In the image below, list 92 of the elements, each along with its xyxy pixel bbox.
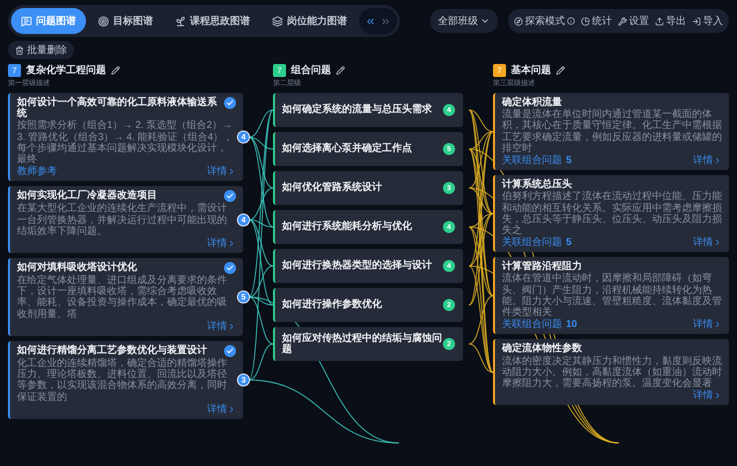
card-description: 流体的密度决定其静压力和惯性力，黏度则反映流动阻力大小。例如，高黏度流体（如重油）流动时摩擦阻力大，需要高扬程的泵。温度变化会显著 — [502, 356, 722, 390]
column-title: 组合问题 — [291, 64, 331, 77]
batch-delete-button[interactable]: 批量删除 — [8, 41, 74, 59]
related-label: 关联组合问题 — [502, 237, 562, 248]
trash-icon — [15, 46, 24, 54]
detail-link[interactable]: 详情 — [207, 404, 236, 415]
target-icon — [98, 16, 109, 26]
sprout-icon — [175, 16, 186, 26]
link-count: 5 — [237, 290, 250, 304]
basic-card[interactable]: 计算系统总压头 伯努利方程描述了流体在流动过程中位能、压力能和动能的相互转化关系。实际应用中需考虑摩擦损失，总压头等于静压头、位压头、动压头及阻力损失之 关联组合问题 5 详情 — [493, 175, 729, 252]
upload-icon — [655, 16, 664, 26]
basic-card[interactable]: 确定流体物性参数 流体的密度决定其静压力和惯性力，黏度则反映流动阻力大小。例如，高黏度流体（如重油）流动时摩擦阻力大，需要高扬程的泵。温度变化会显著 详情 — [493, 339, 729, 406]
basic-card[interactable]: 计算管路沿程阻力 流体在管道中流动时，因摩擦和局部障碍（如弯头、阀门）产生阻力，沿程机械能持续转化为热能。阻力大小与流速、管壁粗糙度、流体黏度及管件类型相关 关联组合问题 10 详情 — [493, 257, 729, 334]
related-count: 5 — [566, 155, 572, 166]
chevron-right-icon — [227, 238, 236, 248]
pie-chart-icon — [581, 16, 590, 26]
detail-link[interactable]: 详情 — [693, 237, 722, 248]
chevrons-right-icon[interactable] — [380, 16, 391, 26]
edit-icon[interactable] — [111, 66, 120, 74]
card-title: 如何确定系统的流量与总压头需求 — [282, 104, 432, 116]
check-icon[interactable] — [224, 345, 236, 357]
card-description: 化工企业的连续精馏塔，确定合适的精馏塔操作压力、理论塔板数、进料位置、回流比以及塔径等参数，以实现该混合物体系的高效分离，同时保证装置的 — [17, 358, 228, 403]
problem-card[interactable]: 如何对填料吸收塔设计优化 在给定气体处理量、进口组成及分离要求的条件下，设计一座填料吸收塔，需综合考虑吸收效率、能耗、设备投资与操作成本，确定最优的吸收剂用量、塔 详情 — [8, 258, 243, 336]
related-count: 5 — [566, 237, 572, 248]
edit-icon[interactable] — [336, 66, 345, 74]
detail-link[interactable]: 详情 — [693, 319, 722, 330]
card-title: 确定体积流量 — [502, 97, 563, 108]
toolbar-button[interactable]: 导出 — [655, 14, 686, 28]
tab[interactable]: 岗位能力图谱 — [262, 8, 357, 34]
detail-link[interactable]: 详情 — [207, 166, 236, 178]
card-title: 如何进行操作参数优化 — [282, 299, 382, 311]
card-title: 如何优化管路系统设计 — [282, 182, 382, 194]
settings-icon — [618, 16, 627, 26]
check-icon[interactable] — [224, 97, 236, 109]
detail-link[interactable]: 详情 — [207, 238, 236, 250]
card-description: 在某大型化工企业的连续化生产流程中，需设计一台列管换热器，并解决运行过程中可能出现的结垢效率下降问题。 — [17, 203, 228, 237]
basic-card[interactable]: 确定体积流量 流量是流体在单位时间内通过管道某一截面的体积，其核心在于质量守恒定律。化工生产中需根据工艺要求确定流量，例如反应器的进料量或储罐的排空时 关联组合问题 5 详情 — [493, 93, 729, 170]
chevrons-left-icon[interactable] — [365, 16, 376, 26]
card-title: 确定流体物性参数 — [502, 343, 583, 355]
chevron-right-icon — [713, 238, 722, 248]
chat-icon — [21, 16, 32, 26]
related-label: 关联组合问题 — [502, 154, 562, 166]
card-title: 计算系统总压头 — [502, 179, 573, 190]
card-title: 如何设计一个高效可靠的化工原料液体输送系统 — [17, 97, 218, 120]
toolbar-button[interactable]: 设置 — [618, 14, 649, 28]
related-count: 10 — [566, 319, 578, 330]
chevron-right-icon — [227, 167, 236, 176]
chevron-right-icon — [713, 391, 722, 400]
check-icon[interactable] — [224, 262, 236, 274]
problem-card[interactable]: 如何进行精馏分离工艺参数优化与装置设计 化工企业的连续精馏塔，确定合适的精馏塔操作压力、理论塔板数、进料位置、回流比以及塔径等参数，以实现该混合物体系的高效分离，同时保证装置的 详情 — [8, 341, 243, 419]
card-description: 在给定气体处理量、进口组成及分离要求的条件下，设计一座填料吸收塔，需综合考虑吸收效率、能耗、设备投资与操作成本，确定最优的吸收剂用量、塔 — [17, 275, 228, 320]
card-title: 如何应对传热过程中的结垢与腐蚀问题 — [282, 332, 442, 356]
card-title: 如何进行换热器类型的选择与设计 — [282, 260, 432, 272]
card-title: 如何选择离心泵并确定工作点 — [282, 143, 412, 155]
card-title: 计算管路沿程阻力 — [502, 261, 583, 272]
chevron-right-icon — [227, 322, 236, 331]
chevron-right-icon — [227, 404, 236, 414]
compass-icon — [514, 16, 523, 26]
card-title: 如何对填料吸收塔设计优化 — [17, 262, 137, 274]
edit-icon[interactable] — [556, 66, 565, 74]
detail-link[interactable]: 详情 — [207, 320, 236, 332]
toolbar-button[interactable]: 统计 — [581, 14, 612, 28]
class-dropdown[interactable]: 全部班级 — [430, 9, 498, 33]
card-title: 如何进行精馏分离工艺参数优化与装置设计 — [17, 345, 207, 356]
card-title: 如何进行系统能耗分析与优化 — [282, 221, 412, 233]
detail-link[interactable]: 详情 — [693, 154, 722, 166]
detail-link[interactable]: 详情 — [693, 390, 722, 402]
related-label: 关联组合问题 — [502, 319, 562, 330]
column-count: 7 — [8, 64, 21, 76]
column-title: 基本问题 — [511, 64, 551, 77]
tab[interactable]: 目标图谱 — [88, 8, 163, 34]
column-count: 7 — [273, 64, 286, 76]
link-count: 4 — [237, 130, 250, 144]
chevron-right-icon — [713, 320, 722, 330]
column-count: 7 — [493, 64, 506, 76]
card-footer-link[interactable]: 教师参考 — [17, 166, 57, 178]
link-count: 4 — [237, 213, 250, 226]
toolbar-button[interactable]: 导入 — [692, 14, 723, 28]
toolbar-button[interactable]: 探索模式 — [514, 14, 575, 28]
info-icon — [567, 17, 575, 25]
card-title: 如何实现化工厂冷凝器改造项目 — [17, 190, 157, 202]
layers-icon — [272, 16, 283, 26]
link-count: 3 — [237, 373, 250, 386]
card-description: 流体在管道中流动时，因摩擦和局部障碍（如弯头、阀门）产生阻力，沿程机械能持续转化为热能。阻力大小与流速、管壁粗糙度、流体黏度及管件类型相关 — [502, 273, 722, 318]
check-icon[interactable] — [224, 190, 236, 202]
column-title: 复杂化学工程问题 — [26, 64, 106, 77]
card-description: 流量是流体在单位时间内通过管道某一截面的体积，其核心在于质量守恒定律。化工生产中需根据工艺要求确定流量，例如反应器的进料量或储罐的排空时 — [502, 109, 722, 154]
chevron-right-icon — [713, 156, 722, 166]
tab[interactable]: 课程思政图谱 — [165, 8, 260, 34]
login-icon — [692, 16, 701, 26]
card-description: 伯努利方程描述了流体在流动过程中位能、压力能和动能的相互转化关系。实际应用中需考虑摩擦损失，总压头等于静压头、位压头、动压头及阻力损失之 — [502, 191, 722, 236]
card-description: 按照需求分析（组合1）→ 2. 泵选型（组合2）→ 3. 管路优化（组合3）→ 4. 能耗验证（组合4），每个步骤均通过基本问题解决实现模块化设计，最终 — [17, 120, 234, 166]
